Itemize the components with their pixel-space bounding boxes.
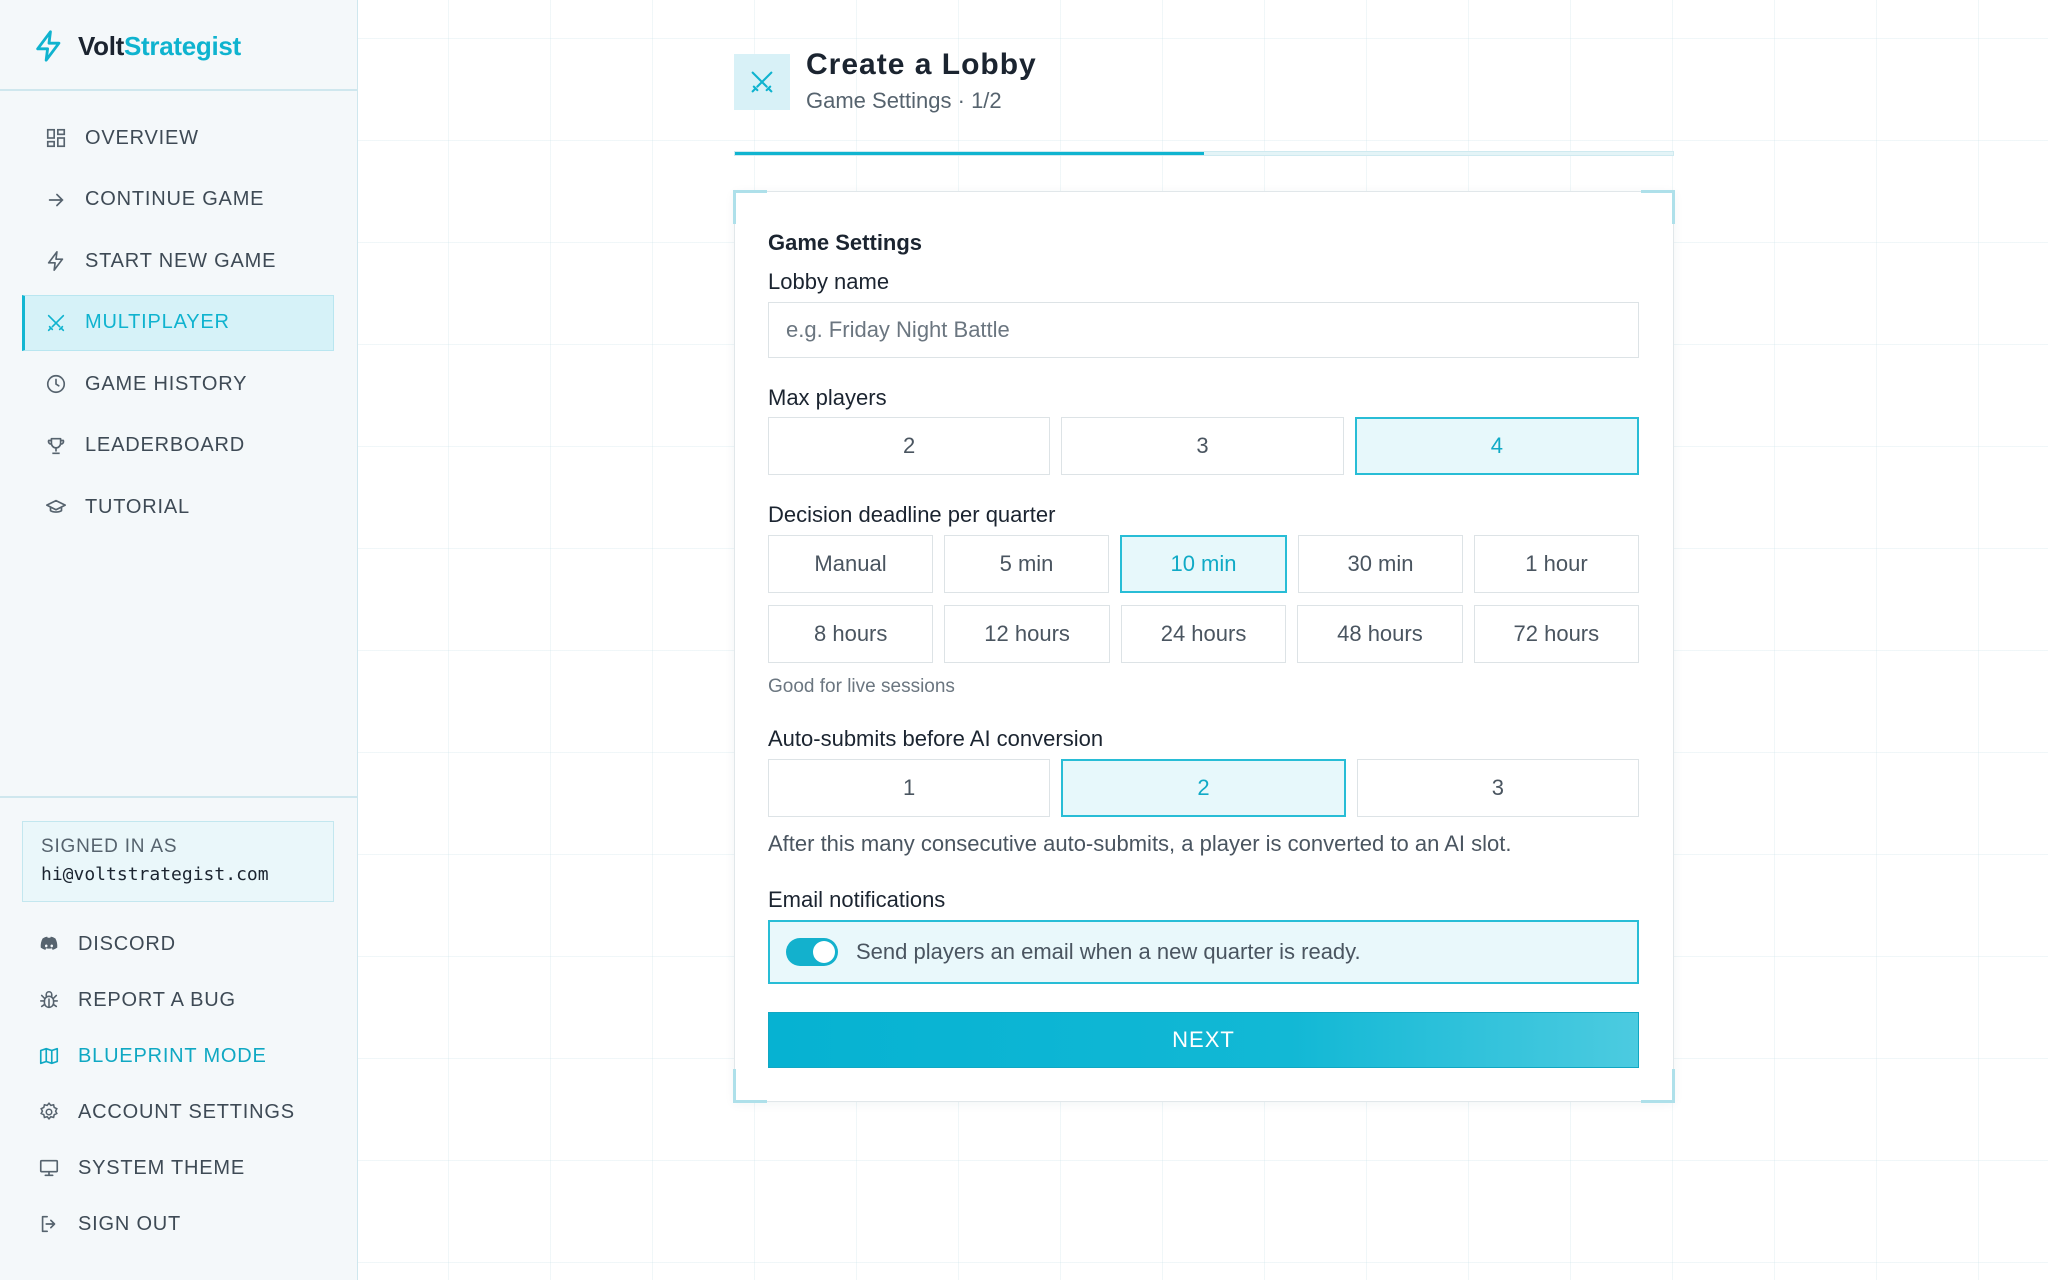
- sidebar-item-overview[interactable]: OVERVIEW: [22, 110, 334, 166]
- max-players-option[interactable]: 2: [768, 417, 1051, 475]
- auto-submit-group: 1 2 3: [768, 759, 1639, 817]
- auto-submit-label: Auto-submits before AI conversion: [768, 726, 1104, 751]
- settings-card: Game Settings Lobby name Max players 2 3…: [733, 190, 1675, 1103]
- sidebar-item-label: OVERVIEW: [85, 126, 199, 149]
- bolt-logo-icon: [36, 30, 61, 62]
- email-notifications-toggle[interactable]: [786, 938, 838, 966]
- auto-submit-option[interactable]: 3: [1356, 759, 1639, 817]
- arrow-right-icon: [48, 193, 64, 206]
- sidebar-item-label: DISCORD: [78, 932, 176, 955]
- sidebar-item-label: MULTIPLAYER: [85, 311, 230, 333]
- card-corner: [733, 190, 767, 224]
- sidebar-nav: OVERVIEW CONTINUE GAME START NEW GAME MU…: [22, 110, 334, 541]
- lobby-name-label: Lobby name: [768, 269, 890, 294]
- discord-icon: [40, 936, 58, 950]
- auto-submit-option[interactable]: 2: [1061, 759, 1346, 817]
- sidebar-bottom-nav: DISCORD REPORT A BUG BLUEPRINT MODE ACCO…: [38, 916, 338, 1252]
- sidebar-item-label: BLUEPRINT MODE: [78, 1044, 267, 1067]
- deadline-option[interactable]: 8 hours: [768, 605, 934, 663]
- deadline-option[interactable]: 48 hours: [1297, 605, 1463, 663]
- sidebar-item-leaderboard[interactable]: LEADERBOARD: [22, 418, 334, 474]
- max-players-option[interactable]: 3: [1061, 417, 1344, 475]
- deadline-option[interactable]: 1 hour: [1474, 535, 1639, 593]
- sidebar-item-label: ACCOUNT SETTINGS: [78, 1100, 295, 1123]
- sidebar-item-multiplayer[interactable]: MULTIPLAYER: [22, 294, 334, 351]
- deadline-hint: Good for live sessions: [768, 676, 955, 697]
- deadline-label: Decision deadline per quarter: [768, 502, 1056, 527]
- sign-out-icon: [41, 1215, 56, 1233]
- sidebar-item-sign-out[interactable]: SIGN OUT: [38, 1196, 338, 1252]
- crossed-swords-icon: [47, 314, 65, 331]
- sidebar-item-continue-game[interactable]: CONTINUE GAME: [22, 172, 334, 228]
- card-corner: [733, 1069, 767, 1103]
- lobby-name-input[interactable]: [768, 302, 1639, 358]
- header-icon-box: [734, 54, 790, 110]
- page-header: Create a Lobby Game Settings · 1/2: [734, 46, 1674, 126]
- monitor-icon: [39, 1159, 59, 1177]
- max-players-group: 2 3 4: [768, 417, 1639, 475]
- signed-in-box: SIGNED IN AS hi@voltstrategist.com: [22, 821, 334, 902]
- sidebar-item-label: START NEW GAME: [85, 249, 277, 272]
- card-corner: [1641, 190, 1675, 224]
- sidebar-item-account-settings[interactable]: ACCOUNT SETTINGS: [38, 1084, 338, 1140]
- sidebar-item-label: CONTINUE GAME: [85, 188, 265, 210]
- email-notifications-text: Send players an email when a new quarter…: [856, 939, 1361, 964]
- email-notifications-row[interactable]: Send players an email when a new quarter…: [768, 920, 1639, 984]
- sidebar: VoltStrategist OVERVIEW CONTINUE GAME ST…: [0, 0, 358, 1280]
- gear-icon: [40, 1102, 58, 1121]
- next-button[interactable]: NEXT: [768, 1012, 1639, 1068]
- sidebar-item-label: TUTORIAL: [85, 495, 190, 518]
- max-players-option[interactable]: 4: [1354, 417, 1639, 475]
- deadline-group-row1: Manual 5 min 10 min 30 min 1 hour: [768, 535, 1639, 593]
- grid-icon: [46, 128, 66, 148]
- sidebar-item-game-history[interactable]: GAME HISTORY: [22, 356, 334, 412]
- step-progress-bar: [734, 151, 1674, 156]
- bolt-icon: [47, 251, 64, 271]
- sidebar-item-label: GAME HISTORY: [85, 372, 248, 395]
- brand-logo[interactable]: VoltStrategist: [32, 26, 241, 66]
- page-subtitle: Game Settings · 1/2: [806, 88, 1002, 113]
- sidebar-item-start-new-game[interactable]: START NEW GAME: [22, 233, 334, 289]
- divider: [0, 89, 357, 91]
- graduation-cap-icon: [46, 499, 66, 513]
- sidebar-item-label: REPORT A BUG: [78, 988, 236, 1011]
- section-title: Game Settings: [768, 230, 923, 255]
- brand-name: VoltStrategist: [78, 30, 241, 61]
- deadline-option[interactable]: 10 min: [1120, 535, 1287, 593]
- trophy-icon: [47, 437, 65, 454]
- step-progress-fill: [735, 152, 1204, 155]
- toggle-knob: [813, 941, 835, 963]
- crossed-swords-icon: [751, 71, 773, 93]
- email-notifications-label: Email notifications: [768, 887, 946, 912]
- page-title: Create a Lobby: [806, 48, 1037, 81]
- sidebar-item-discord[interactable]: DISCORD: [38, 916, 338, 972]
- deadline-group-row2: 8 hours 12 hours 24 hours 48 hours 72 ho…: [768, 605, 1640, 663]
- deadline-option[interactable]: 72 hours: [1473, 605, 1640, 663]
- signed-in-email: hi@voltstrategist.com: [41, 864, 269, 885]
- auto-submit-option[interactable]: 1: [768, 759, 1051, 817]
- clock-icon: [46, 374, 66, 394]
- sidebar-item-blueprint-mode[interactable]: BLUEPRINT MODE: [38, 1028, 338, 1084]
- deadline-option[interactable]: 5 min: [944, 535, 1109, 593]
- deadline-option[interactable]: 12 hours: [944, 605, 1110, 663]
- sidebar-item-label: SYSTEM THEME: [78, 1156, 246, 1179]
- signed-in-label: SIGNED IN AS: [41, 836, 178, 857]
- max-players-label: Max players: [768, 385, 887, 410]
- sidebar-item-system-theme[interactable]: SYSTEM THEME: [38, 1140, 338, 1196]
- card-corner: [1641, 1069, 1675, 1103]
- deadline-option[interactable]: Manual: [768, 535, 933, 593]
- sidebar-item-tutorial[interactable]: TUTORIAL: [22, 479, 334, 535]
- bug-icon: [39, 991, 59, 1009]
- deadline-option[interactable]: 24 hours: [1120, 605, 1287, 663]
- map-icon: [39, 1047, 59, 1065]
- sidebar-item-label: SIGN OUT: [78, 1212, 182, 1235]
- sidebar-item-report-bug[interactable]: REPORT A BUG: [38, 972, 338, 1028]
- deadline-option[interactable]: 30 min: [1298, 535, 1463, 593]
- auto-submit-description: After this many consecutive auto-submits…: [768, 831, 1512, 856]
- divider: [0, 796, 357, 798]
- sidebar-item-label: LEADERBOARD: [85, 434, 245, 456]
